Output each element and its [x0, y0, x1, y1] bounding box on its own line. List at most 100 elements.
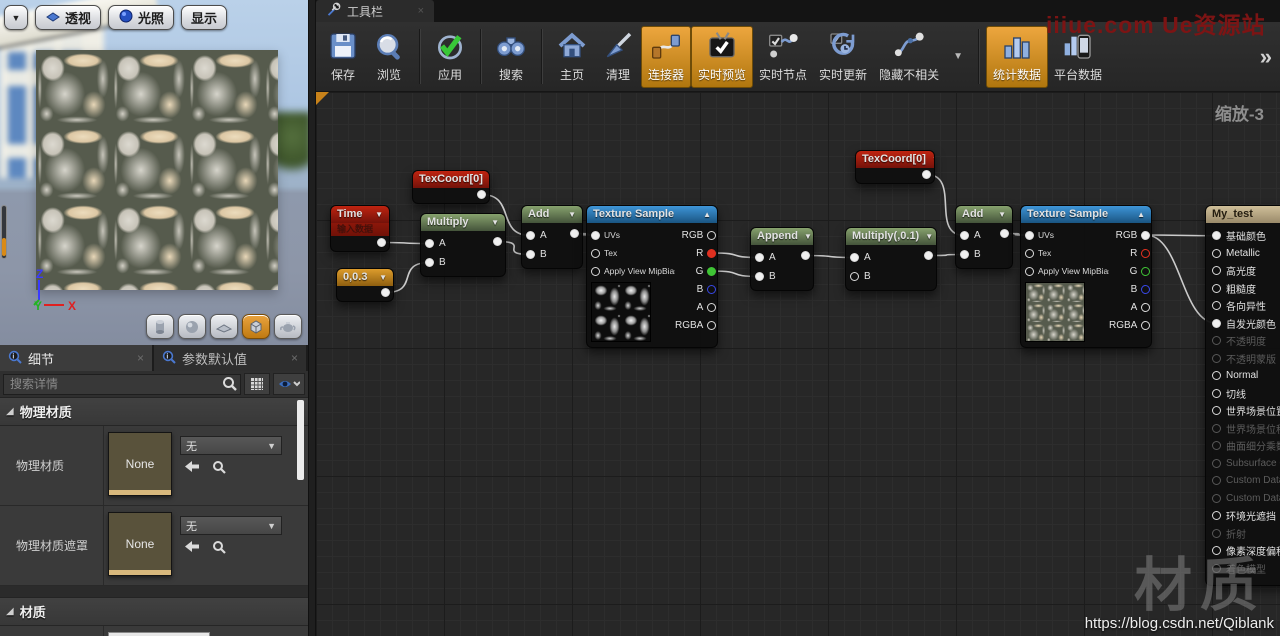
property-matrix-button[interactable]	[244, 373, 270, 395]
node-header[interactable]: Multiply(,0.1)▼	[846, 228, 936, 245]
physical-material-thumbnail[interactable]: None	[108, 432, 172, 496]
pin[interactable]	[526, 250, 535, 259]
toolbar-button-live-nodes[interactable]: 实时节点	[753, 26, 813, 88]
toolbar-combo-caret-icon[interactable]: ▼	[945, 51, 971, 62]
toolbar-button-save[interactable]: 保存	[320, 26, 366, 88]
caret-down-icon[interactable]: ▼	[491, 214, 499, 231]
node-add1[interactable]: Add▼AB	[521, 205, 583, 269]
use-selected-arrow-icon[interactable]	[184, 460, 200, 477]
pin[interactable]	[1212, 266, 1221, 275]
pin[interactable]	[1212, 529, 1221, 538]
toolbar-tab[interactable]: 工具栏 ×	[316, 0, 434, 22]
pin[interactable]	[377, 238, 386, 247]
pin[interactable]	[960, 250, 969, 259]
pin[interactable]	[924, 251, 933, 260]
pin[interactable]	[707, 285, 716, 294]
pin[interactable]	[707, 231, 716, 240]
pin[interactable]	[591, 267, 600, 276]
node-result[interactable]: My_test基础颜色Metallic高光度粗糙度各向异性自发光颜色不透明度不透…	[1205, 205, 1280, 586]
preview-viewport[interactable]: ▼ 透视 光照 显示 Z Y	[0, 0, 308, 345]
use-selected-arrow-icon[interactable]	[184, 540, 200, 557]
caret-down-icon[interactable]: ▼	[925, 228, 933, 245]
pin[interactable]	[591, 231, 600, 240]
physical-material-mask-thumbnail[interactable]: None	[108, 512, 172, 576]
toolbar-button-hide-unrelated[interactable]: 隐藏不相关	[873, 26, 945, 88]
node-add2[interactable]: Add▼AB	[955, 205, 1013, 269]
viewport-options-dropdown[interactable]: ▼	[4, 5, 28, 30]
pin[interactable]	[755, 272, 764, 281]
pin[interactable]	[922, 170, 931, 179]
pin[interactable]	[1212, 354, 1221, 363]
node-header[interactable]: 0,0.3▼	[337, 269, 393, 286]
pin[interactable]	[755, 253, 764, 262]
pin[interactable]	[1212, 511, 1221, 520]
toolbar-button-live-preview[interactable]: 实时预览	[691, 26, 753, 88]
pin[interactable]	[1141, 285, 1150, 294]
toolbar-button-browse[interactable]: 浏览	[366, 26, 412, 88]
pin[interactable]	[801, 251, 810, 260]
pin[interactable]	[1000, 229, 1009, 238]
node-header[interactable]: TexCoord[0]▼	[413, 171, 489, 188]
close-icon[interactable]: ×	[418, 5, 424, 17]
pin[interactable]	[1025, 267, 1034, 276]
node-header[interactable]: Add▼	[956, 206, 1012, 223]
node-header[interactable]: Multiply▼	[421, 214, 505, 231]
close-icon[interactable]: ×	[291, 351, 298, 365]
pin[interactable]	[1212, 459, 1221, 468]
pin[interactable]	[1141, 321, 1150, 330]
shape-cylinder-button[interactable]	[146, 314, 174, 339]
toolbar-button-clean[interactable]: 清理	[595, 26, 641, 88]
show-button[interactable]: 显示	[181, 5, 227, 30]
node-header[interactable]: My_test	[1206, 206, 1280, 223]
node-header[interactable]: Add▼	[522, 206, 582, 223]
node-header[interactable]: Texture Sample▲	[1021, 206, 1151, 223]
pin[interactable]	[1212, 284, 1221, 293]
pin[interactable]	[707, 267, 716, 276]
caret-up-icon[interactable]: ▲	[703, 206, 711, 223]
toolbar-overflow-chevron-icon[interactable]: »	[1260, 44, 1272, 70]
pin[interactable]	[1141, 231, 1150, 240]
perspective-button[interactable]: 透视	[35, 5, 101, 30]
pin[interactable]	[1212, 406, 1221, 415]
toolbar-button-stats[interactable]: 统计数据	[986, 26, 1048, 88]
pin[interactable]	[1141, 303, 1150, 312]
node-texsample1[interactable]: Texture Sample▲UVsTexApply View MipBiasR…	[586, 205, 718, 348]
pin[interactable]	[1212, 389, 1221, 398]
pin[interactable]	[1141, 267, 1150, 276]
caret-down-icon[interactable]: ▼	[379, 269, 387, 286]
pin[interactable]	[1212, 301, 1221, 310]
toolbar-button-home[interactable]: 主页	[549, 26, 595, 88]
caret-down-icon[interactable]: ▼	[804, 228, 812, 245]
pin[interactable]	[850, 253, 859, 262]
pin[interactable]	[425, 239, 434, 248]
caret-down-icon[interactable]: ▼	[998, 206, 1006, 223]
node-header[interactable]: Texture Sample▲	[587, 206, 717, 223]
pin[interactable]	[850, 272, 859, 281]
pin[interactable]	[1212, 476, 1221, 485]
caret-up-icon[interactable]: ▲	[1137, 206, 1145, 223]
view-options-button[interactable]	[273, 373, 305, 395]
viewport-side-slider[interactable]	[1, 205, 7, 259]
pin[interactable]	[425, 258, 434, 267]
pin[interactable]	[960, 231, 969, 240]
pin[interactable]	[570, 229, 579, 238]
material-node-graph[interactable]: 缩放-3 材质 https://blog.csdn.net/Qiblank Te…	[316, 92, 1280, 636]
shape-cube-button[interactable]	[242, 314, 270, 339]
toolbar-button-connector[interactable]: 连接器	[641, 26, 691, 88]
pin[interactable]	[1212, 249, 1221, 258]
section-material[interactable]: ◢ 材质	[0, 598, 308, 626]
shape-plane-button[interactable]	[210, 314, 238, 339]
pin[interactable]	[1025, 231, 1034, 240]
pin[interactable]	[477, 190, 486, 199]
shape-teapot-button[interactable]	[274, 314, 302, 339]
search-details-input[interactable]	[3, 374, 241, 395]
pin[interactable]	[591, 249, 600, 258]
node-multiply01[interactable]: Multiply(,0.1)▼AB	[845, 227, 937, 291]
pin[interactable]	[707, 249, 716, 258]
node-const1[interactable]: 0,0.3▼	[336, 268, 394, 302]
toolbar-button-live-update[interactable]: 实时更新	[813, 26, 873, 88]
section-physical-material[interactable]: ◢ 物理材质	[0, 398, 308, 426]
lit-mode-button[interactable]: 光照	[108, 5, 174, 30]
close-icon[interactable]: ×	[137, 351, 144, 365]
node-header[interactable]: Time▼	[331, 206, 389, 223]
